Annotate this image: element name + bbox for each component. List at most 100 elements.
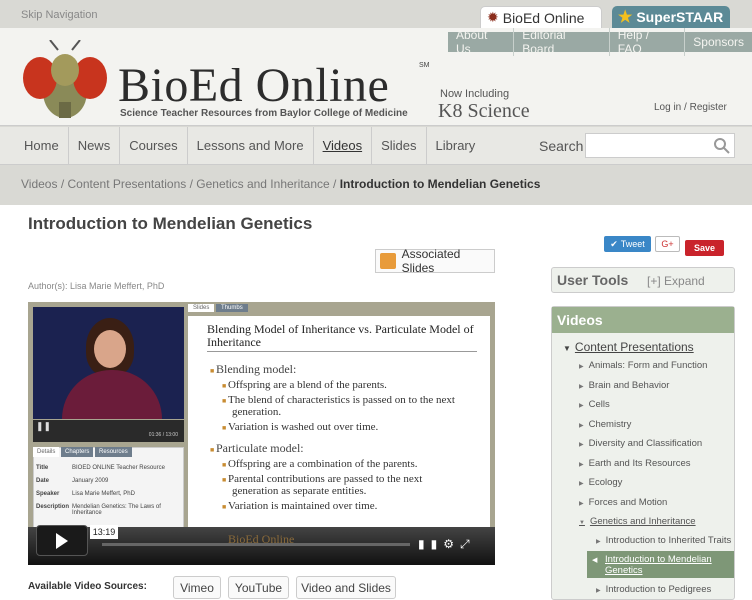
tab-bioed-label: BioEd Online: [502, 9, 585, 26]
sidebar-item-earth[interactable]: Earth and Its Resources: [579, 458, 691, 469]
player-icons: ▮▮⚙⤢: [418, 537, 476, 552]
detail-speaker: Speaker Lisa Marie Meffert, PhD: [36, 491, 135, 497]
detail-value: January 2009: [72, 478, 109, 484]
video-mini-controls[interactable]: ❚❚ 01:36 / 13:00: [33, 420, 184, 442]
videos-heading: Videos: [552, 307, 734, 333]
tab-bioed-online[interactable]: ✹ BioEd Online: [480, 6, 602, 28]
slide-title: Blending Model of Inheritance vs. Partic…: [207, 323, 477, 352]
sidebar-item-content-presentations[interactable]: ▼ Content Presentations: [563, 340, 694, 354]
now-including-label: Now Including: [440, 88, 510, 100]
associated-slides-label: Associated Slides: [401, 247, 461, 275]
breadcrumb: Videos / Content Presentations / Genetic…: [21, 177, 541, 191]
progress-bar[interactable]: [102, 543, 410, 546]
details-tabs: Details Chapters Resources: [33, 447, 132, 457]
detail-key: Date: [36, 478, 50, 484]
detail-title: Title BIOED ONLINE Teacher Resource: [36, 465, 165, 471]
sidebar-item-diversity[interactable]: Diversity and Classification: [579, 438, 703, 449]
detail-value: Mendelian Genetics: The Laws of Inherita…: [72, 504, 161, 516]
tab-resources[interactable]: Resources: [95, 447, 132, 457]
slides-icon: [380, 253, 396, 269]
search-label: Search: [539, 138, 584, 154]
slide-bullet: The blend of characteristics is passed o…: [222, 394, 455, 406]
tab-superstaar[interactable]: ★ SuperSTAAR: [612, 6, 730, 28]
play-button[interactable]: [36, 525, 88, 556]
breadcrumb-videos[interactable]: Videos: [21, 177, 57, 191]
slide-bullet: Variation is maintained over time.: [222, 500, 377, 512]
slide-bullet: Offspring are a blend of the parents.: [222, 379, 387, 391]
sidebar-item-cells[interactable]: Cells: [579, 399, 610, 410]
slide-bullet: Variation is washed out over time.: [222, 421, 378, 433]
breadcrumb-current: Introduction to Mendelian Genetics: [339, 177, 541, 191]
detail-key: Description: [36, 504, 70, 510]
chevron-down-icon: ▼: [563, 344, 571, 353]
search-input[interactable]: [585, 133, 735, 158]
account-separator: /: [684, 102, 687, 113]
nav-home[interactable]: Home: [0, 126, 69, 165]
sidebar-subitem-mendelian-active[interactable]: Introduction to Mendelian Genetics: [587, 551, 734, 578]
page-title: Introduction to Mendelian Genetics: [28, 214, 313, 233]
tab-slides[interactable]: Slides: [188, 304, 215, 312]
speaker-face: [94, 330, 126, 368]
detail-key: Title: [36, 465, 49, 471]
play-icon: [56, 532, 68, 549]
tab-details[interactable]: Details: [33, 447, 60, 457]
tweet-button[interactable]: ✔ Tweet: [604, 236, 651, 252]
google-plus-button[interactable]: G+: [655, 236, 680, 252]
sidebar-subitem-inherited-traits[interactable]: Introduction to Inherited Traits: [596, 535, 732, 546]
account-links: Log in / Register: [654, 102, 727, 113]
slide-bullet-cont: generation.: [232, 406, 282, 418]
nav-videos[interactable]: Videos: [314, 126, 373, 165]
user-tools-expand[interactable]: [+] Expand: [647, 274, 705, 288]
vimeo-button[interactable]: Vimeo: [173, 576, 221, 599]
associated-slides-button[interactable]: Associated Slides: [375, 247, 495, 275]
sidebar-item-animals[interactable]: Animals: Form and Function: [579, 360, 708, 371]
breadcrumb-genetics[interactable]: Genetics and Inheritance: [196, 177, 329, 191]
detail-value: BIOED ONLINE Teacher Resource: [72, 465, 165, 471]
breadcrumb-content-presentations[interactable]: Content Presentations: [68, 177, 187, 191]
pinterest-save-button[interactable]: Save: [685, 240, 724, 256]
nav-slides[interactable]: Slides: [372, 126, 427, 165]
detail-date: Date January 2009: [36, 478, 108, 484]
youtube-button[interactable]: YouTube: [228, 576, 289, 599]
sponsors-link[interactable]: Sponsors: [685, 35, 752, 49]
nav-library[interactable]: Library: [427, 127, 485, 165]
pause-icon[interactable]: ❚❚: [36, 421, 51, 432]
k8-science-link[interactable]: K8 Science: [438, 100, 530, 123]
site-logo-text[interactable]: BioEd Online: [118, 58, 389, 113]
available-sources-label: Available Video Sources:: [28, 581, 147, 592]
detail-description: Description Mendelian Genetics: The Laws …: [36, 504, 176, 516]
register-link[interactable]: Register: [690, 102, 727, 113]
detail-value: Lisa Marie Meffert, PhD: [72, 491, 135, 497]
nav-lessons[interactable]: Lessons and More: [188, 126, 314, 165]
login-link[interactable]: Log in: [654, 102, 681, 113]
editorial-board-link[interactable]: Editorial Board: [514, 28, 610, 56]
sidebar-item-genetics[interactable]: Genetics and Inheritance: [579, 516, 696, 527]
skip-navigation-link[interactable]: Skip Navigation: [21, 9, 97, 21]
sidebar-item-ecology[interactable]: Ecology: [579, 477, 623, 488]
tab-superstaar-label: SuperSTAAR: [636, 9, 724, 25]
sidebar-subitem-pedigrees[interactable]: Introduction to Pedigrees: [596, 584, 712, 595]
sidebar-item-brain[interactable]: Brain and Behavior: [579, 380, 670, 391]
fruit-fly-logo-icon[interactable]: [18, 40, 112, 124]
top-nav: About Us Editorial Board Help / FAQ Spon…: [448, 28, 752, 56]
nav-news[interactable]: News: [69, 126, 121, 165]
search-icon[interactable]: [714, 138, 730, 154]
sidebar-item-forces[interactable]: Forces and Motion: [579, 497, 668, 508]
slide-heading-blending: Blending model:: [210, 362, 296, 377]
slide-heading-particulate: Particulate model:: [210, 441, 304, 456]
video-and-slides-button[interactable]: Video and Slides: [296, 576, 396, 599]
volume-icon[interactable]: ▮▮: [418, 537, 443, 551]
fullscreen-icon[interactable]: ⤢: [460, 537, 476, 551]
help-faq-link[interactable]: Help / FAQ: [610, 28, 686, 56]
duration-label: 13:19: [90, 525, 118, 539]
tab-thumbs[interactable]: Thumbs: [216, 304, 248, 312]
twitter-bird-icon: ✔: [610, 238, 618, 249]
star-icon: ★: [618, 9, 633, 26]
settings-gear-icon[interactable]: ⚙: [443, 537, 460, 551]
tab-chapters[interactable]: Chapters: [61, 447, 94, 457]
sidebar-item-chemistry[interactable]: Chemistry: [579, 419, 632, 430]
content-presentations-label: Content Presentations: [574, 340, 694, 354]
about-us-link[interactable]: About Us: [448, 28, 515, 56]
nav-courses[interactable]: Courses: [120, 126, 188, 165]
service-mark: SM: [419, 62, 430, 69]
